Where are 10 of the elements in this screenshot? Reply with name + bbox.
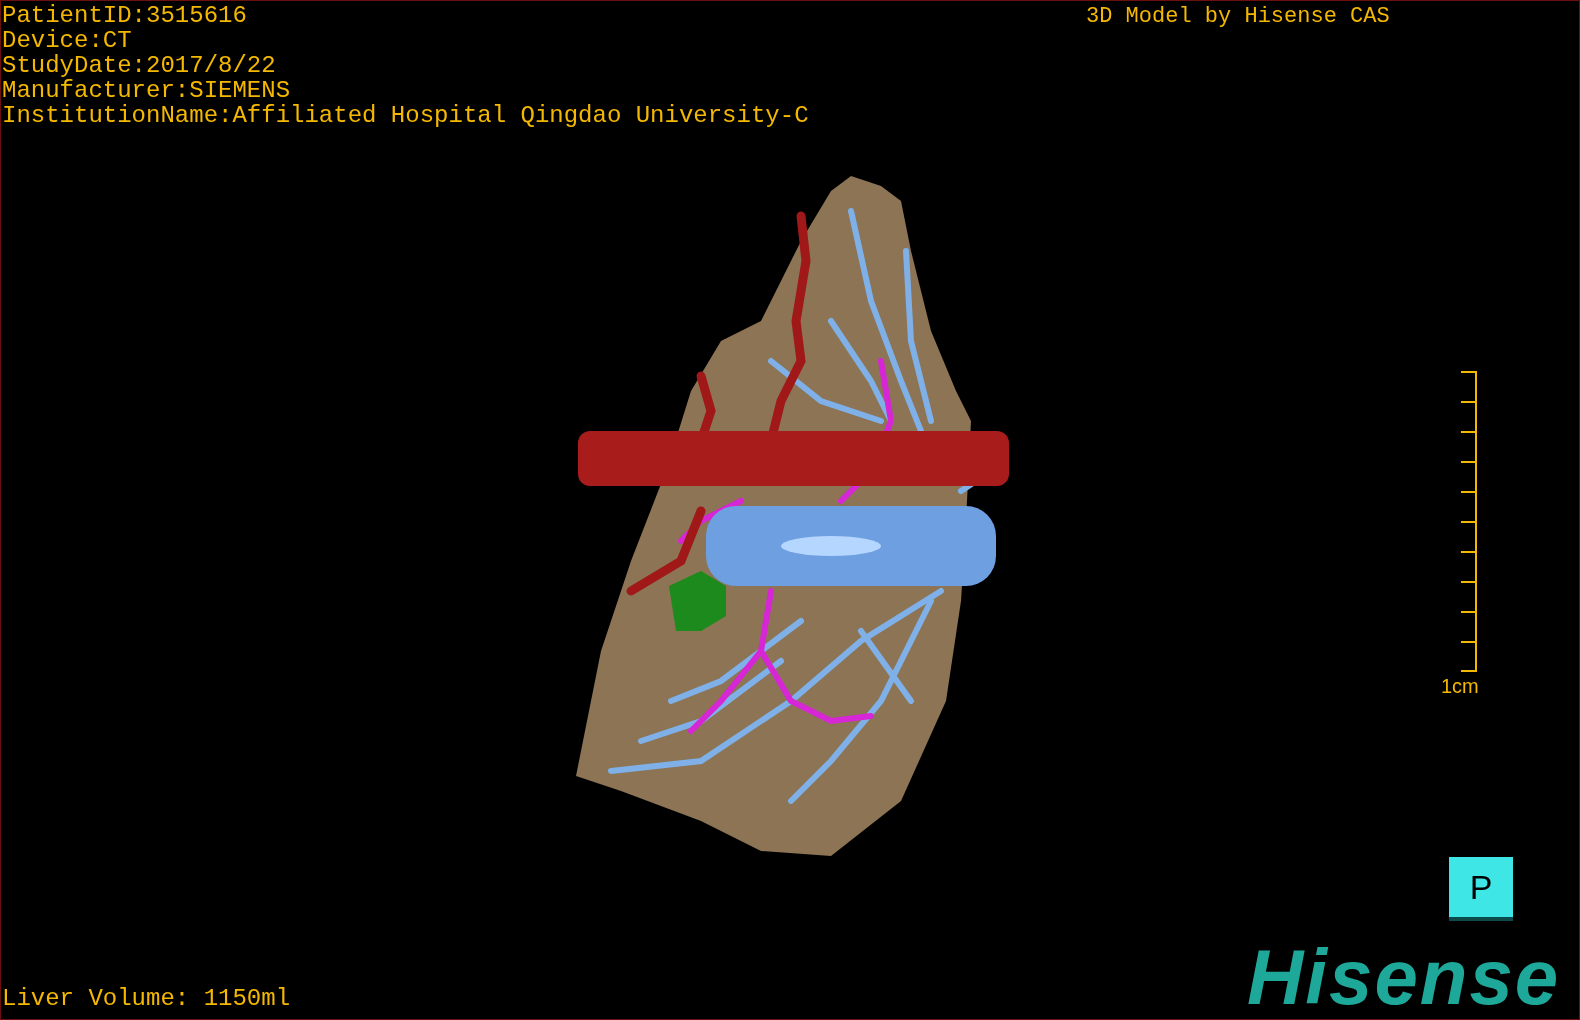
patient-info-line: Manufacturer:SIEMENS — [2, 78, 292, 103]
patient-info-line: InstitutionName:Affiliated Hospital Qingdao University-C — [2, 103, 809, 128]
patient-info-line: StudyDate:2017/8/22 — [2, 53, 277, 78]
patient-info-line: PatientID:3515616 — [2, 3, 248, 28]
orientation-cube[interactable]: P — [1449, 857, 1513, 921]
scale-label: 1cm — [1441, 675, 1479, 697]
patient-info-line: Device:CT — [2, 28, 133, 53]
model-credit: 3D Model by Hisense CAS — [1086, 4, 1390, 30]
brand-logo: Hisense — [1247, 937, 1561, 1017]
liver-volume: Liver Volume: 1150ml — [2, 985, 291, 1013]
